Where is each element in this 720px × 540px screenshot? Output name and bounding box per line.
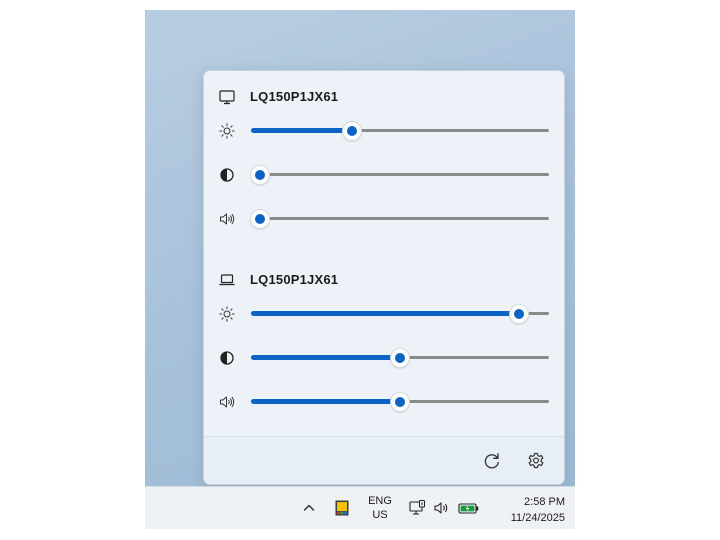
brightness-slider[interactable] [251, 302, 549, 326]
slider-thumb[interactable] [391, 393, 409, 411]
monitor-header: LQ150P1JX61 [204, 85, 564, 109]
contrast-row [204, 163, 564, 187]
contrast-slider[interactable] [251, 346, 549, 370]
contrast-row [204, 346, 564, 370]
volume-icon [218, 210, 236, 228]
laptop-icon [218, 271, 236, 289]
clock[interactable]: 2:58 PM 11/24/2025 [485, 494, 565, 526]
brightness-slider[interactable] [251, 119, 549, 143]
monitor-name: LQ150P1JX61 [250, 89, 339, 104]
battery-tray-button[interactable] [457, 500, 481, 516]
speaker-icon [433, 502, 451, 520]
taskbar: ENG US 2:58 PM 11/24/2025 [145, 486, 575, 529]
battery-charging-icon [457, 503, 481, 520]
volume-slider[interactable] [251, 390, 549, 414]
monitor-control-flyout: LQ150P1JX61 LQ150P1JX61 [203, 70, 565, 485]
clock-time: 2:58 PM [524, 496, 565, 508]
refresh-button[interactable] [481, 450, 503, 472]
slider-thumb[interactable] [510, 305, 529, 323]
show-hidden-icons-button[interactable] [301, 500, 317, 516]
gear-icon [525, 452, 547, 476]
tray-app-button[interactable] [335, 500, 349, 516]
slider-fill [251, 355, 400, 360]
volume-row [204, 207, 564, 231]
slider-thumb[interactable] [391, 349, 409, 367]
slider-track [251, 217, 549, 220]
monitor-section-2: LQ150P1JX61 [204, 268, 564, 428]
language-code: ENG [368, 495, 392, 507]
slider-fill [251, 128, 353, 133]
clock-date: 11/24/2025 [510, 512, 565, 524]
network-monitor-button[interactable] [408, 499, 426, 517]
slider-thumb[interactable] [250, 166, 269, 184]
contrast-icon [218, 166, 236, 184]
slider-fill [251, 311, 520, 316]
chevron-up-icon [301, 503, 317, 520]
brightness-icon [218, 122, 236, 140]
volume-tray-button[interactable] [433, 500, 451, 516]
input-language-indicator[interactable]: ENG US [367, 494, 393, 522]
app-tray-icon [335, 500, 349, 520]
contrast-icon [218, 349, 236, 367]
slider-track [251, 173, 549, 176]
settings-button[interactable] [525, 450, 547, 472]
refresh-icon [481, 453, 503, 476]
monitor-header: LQ150P1JX61 [204, 268, 564, 292]
monitor-icon [218, 88, 236, 106]
slider-fill [251, 399, 400, 404]
volume-slider[interactable] [250, 207, 549, 231]
flyout-footer [204, 436, 564, 484]
network-monitor-icon [408, 500, 426, 521]
slider-thumb[interactable] [343, 122, 362, 140]
language-region: US [372, 509, 388, 521]
contrast-slider[interactable] [250, 163, 549, 187]
volume-row [204, 390, 564, 414]
brightness-row [204, 302, 564, 326]
monitor-section-1: LQ150P1JX61 [204, 85, 564, 245]
volume-icon [218, 393, 236, 411]
brightness-icon [218, 305, 236, 323]
brightness-row [204, 119, 564, 143]
slider-thumb[interactable] [250, 210, 269, 228]
monitor-name: LQ150P1JX61 [250, 272, 339, 287]
